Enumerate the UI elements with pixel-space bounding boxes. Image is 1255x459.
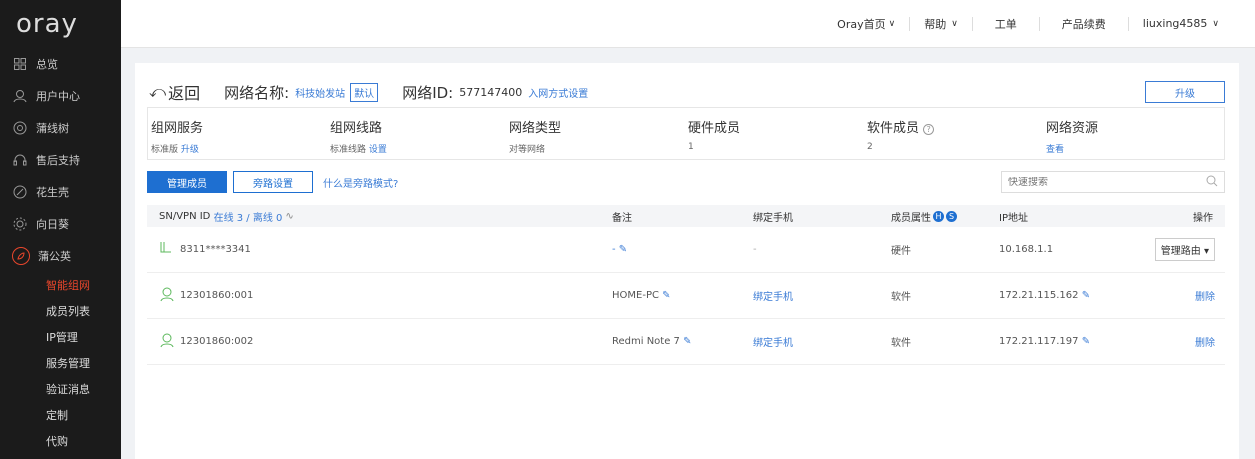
bypass-help-link[interactable]: 什么是旁路模式? bbox=[323, 175, 398, 190]
col-phone: 绑定手机 bbox=[753, 212, 793, 224]
manage-members-button[interactable]: 管理成员 bbox=[147, 171, 227, 193]
bind-phone-link[interactable]: 绑定手机 bbox=[753, 288, 793, 303]
join-settings-link[interactable]: 入网方式设置 bbox=[528, 85, 588, 100]
oray-home-menu[interactable]: Oray首页 ∨ bbox=[823, 16, 909, 32]
member-id: 8311****3341 bbox=[180, 244, 251, 255]
edit-icon[interactable]: ✎ bbox=[619, 244, 627, 255]
sidebar-item-puxianshu[interactable]: 蒲线树 bbox=[0, 112, 121, 144]
sidebar-item-user-center[interactable]: 用户中心 bbox=[0, 80, 121, 112]
sidebar-item-label: 向日葵 bbox=[36, 218, 69, 231]
stat-line: 组网线路 标准线路 设置 bbox=[330, 121, 387, 155]
bind-phone-link[interactable]: 绑定手机 bbox=[753, 334, 793, 349]
user-icon bbox=[159, 286, 175, 305]
default-tag: 默认 bbox=[350, 82, 379, 102]
col-remark: 备注 bbox=[612, 212, 632, 224]
caret-down-icon: ▾ bbox=[1203, 246, 1209, 257]
user-menu[interactable]: liuxing4585 ∨ bbox=[1129, 17, 1219, 30]
network-id-label: 网络ID: bbox=[402, 83, 454, 102]
sidebar-sub-service-management[interactable]: 服务管理 bbox=[0, 350, 121, 376]
online-status[interactable]: 在线 3 / 离线 0 bbox=[214, 209, 283, 224]
member-id: 12301860:002 bbox=[180, 336, 254, 347]
bypass-settings-button[interactable]: 旁路设置 bbox=[233, 171, 313, 193]
sidebar-sub-custom[interactable]: 定制 bbox=[0, 402, 121, 428]
sidebar-item-xiangrikui[interactable]: 向日葵 bbox=[0, 208, 121, 240]
renew-link[interactable]: 产品续费 bbox=[1040, 16, 1128, 32]
col-id: SN/VPN ID bbox=[159, 210, 211, 222]
sidebar-sub-member-list[interactable]: 成员列表 bbox=[0, 298, 121, 324]
delete-link[interactable]: 删除 bbox=[1195, 334, 1215, 349]
chevron-down-icon: ∨ bbox=[888, 18, 896, 29]
stat-service: 组网服务 标准版 升级 bbox=[151, 121, 204, 155]
target-icon bbox=[12, 120, 28, 136]
sidebar-item-overview[interactable]: 总览 bbox=[0, 48, 121, 80]
user-icon bbox=[12, 88, 28, 104]
sidebar-item-label: 蒲公英 bbox=[38, 250, 71, 263]
network-id-value: 577147400 bbox=[459, 85, 523, 99]
topbar: Oray首页 ∨ 帮助 ∨ 工单 产品续费 liuxing4585 ∨ bbox=[121, 0, 1255, 48]
table-row: 12301860:001 HOME-PC ✎ 绑定手机 软件 172.21.11… bbox=[147, 273, 1225, 319]
router-icon bbox=[159, 240, 175, 259]
software-filter-icon[interactable]: S bbox=[946, 210, 957, 222]
col-ip: IP地址 bbox=[999, 212, 1028, 224]
dandelion-icon bbox=[12, 247, 30, 265]
sidebar-sub-ip-management[interactable]: IP管理 bbox=[0, 324, 121, 350]
headset-icon bbox=[12, 152, 28, 168]
col-attr: 成员属性 bbox=[891, 212, 931, 224]
sidebar: oray 总览 用户中心 蒲线树 售后支持 花生壳 向日葵 蒲公英 智能组网 成… bbox=[0, 0, 121, 459]
main-panel: ⤺ 返回 网络名称: 科技始发站 默认 网络ID: 577147400 入网方式设… bbox=[135, 63, 1239, 459]
grid-icon bbox=[12, 56, 28, 72]
search-input[interactable] bbox=[1008, 176, 1188, 188]
network-stats: 组网服务 标准版 升级 组网线路 标准线路 设置 网络类型 对等网络 硬件成员 … bbox=[147, 107, 1225, 160]
sidebar-item-label: 总览 bbox=[36, 58, 58, 71]
edit-icon[interactable]: ✎ bbox=[1082, 336, 1090, 347]
search-icon[interactable] bbox=[1206, 175, 1218, 190]
network-name-label: 网络名称: bbox=[224, 83, 290, 102]
upgrade-button[interactable]: 升级 bbox=[1145, 81, 1225, 103]
help-menu[interactable]: 帮助 ∨ bbox=[910, 16, 972, 32]
sidebar-sub-verify-messages[interactable]: 验证消息 bbox=[0, 376, 121, 402]
hardware-filter-icon[interactable]: H bbox=[933, 210, 944, 222]
stat-hardware-members: 硬件成员 1 bbox=[688, 121, 741, 152]
wave-icon: ∿ bbox=[285, 210, 294, 222]
sunflower-icon bbox=[12, 216, 28, 232]
chevron-down-icon: ∨ bbox=[1212, 18, 1219, 29]
sidebar-sub-purchase[interactable]: 代购 bbox=[0, 428, 121, 454]
sidebar-item-support[interactable]: 售后支持 bbox=[0, 144, 121, 176]
edit-icon[interactable]: ✎ bbox=[662, 290, 670, 301]
user-icon bbox=[159, 332, 175, 351]
stat-software-members: 软件成员 ? 2 bbox=[864, 108, 1043, 159]
network-name-value[interactable]: 科技始发站 bbox=[295, 85, 345, 100]
oray-logo[interactable]: oray bbox=[0, 0, 121, 48]
view-resources-link[interactable]: 查看 bbox=[1046, 145, 1064, 155]
table-row: 8311****3341 - ✎ - 硬件 10.168.1.1 管理路由 ▾ bbox=[147, 227, 1225, 273]
sidebar-item-label: 花生壳 bbox=[36, 186, 69, 199]
sidebar-sub-smart-network[interactable]: 智能组网 bbox=[0, 272, 121, 298]
back-button[interactable]: ⤺ 返回 bbox=[149, 80, 200, 104]
member-id: 12301860:001 bbox=[180, 290, 254, 301]
sidebar-item-label: 用户中心 bbox=[36, 90, 80, 103]
peanut-icon bbox=[12, 184, 28, 200]
edit-icon[interactable]: ✎ bbox=[683, 336, 691, 347]
line-settings-link[interactable]: 设置 bbox=[369, 145, 387, 155]
help-circle-icon[interactable]: ? bbox=[923, 124, 935, 135]
table-row: 12301860:002 Redmi Note 7 ✎ 绑定手机 软件 172.… bbox=[147, 319, 1225, 365]
search-box bbox=[1001, 171, 1225, 193]
back-arrow-icon: ⤺ bbox=[149, 82, 167, 101]
stat-network-resources: 网络资源 查看 bbox=[1046, 121, 1099, 155]
sidebar-item-label: 蒲线树 bbox=[36, 122, 69, 135]
delete-link[interactable]: 删除 bbox=[1195, 288, 1215, 303]
sidebar-item-huashengke[interactable]: 花生壳 bbox=[0, 176, 121, 208]
table-header: SN/VPN ID 在线 3 / 离线 0 ∿ 备注 绑定手机 成员属性 H S IP… bbox=[147, 205, 1225, 227]
sidebar-item-pugongying[interactable]: 蒲公英 bbox=[0, 240, 121, 272]
sidebar-item-label: 售后支持 bbox=[36, 154, 80, 167]
manage-router-dropdown[interactable]: 管理路由 ▾ bbox=[1154, 238, 1215, 261]
stat-network-type: 网络类型 对等网络 bbox=[509, 121, 562, 155]
edit-icon[interactable]: ✎ bbox=[1082, 290, 1090, 301]
upgrade-link[interactable]: 升级 bbox=[181, 145, 199, 155]
col-op: 操作 bbox=[1193, 212, 1213, 224]
chevron-down-icon: ∨ bbox=[951, 18, 958, 29]
member-toolbar: 管理成员 旁路设置 什么是旁路模式? bbox=[147, 170, 1225, 194]
ticket-link[interactable]: 工单 bbox=[973, 16, 1039, 32]
